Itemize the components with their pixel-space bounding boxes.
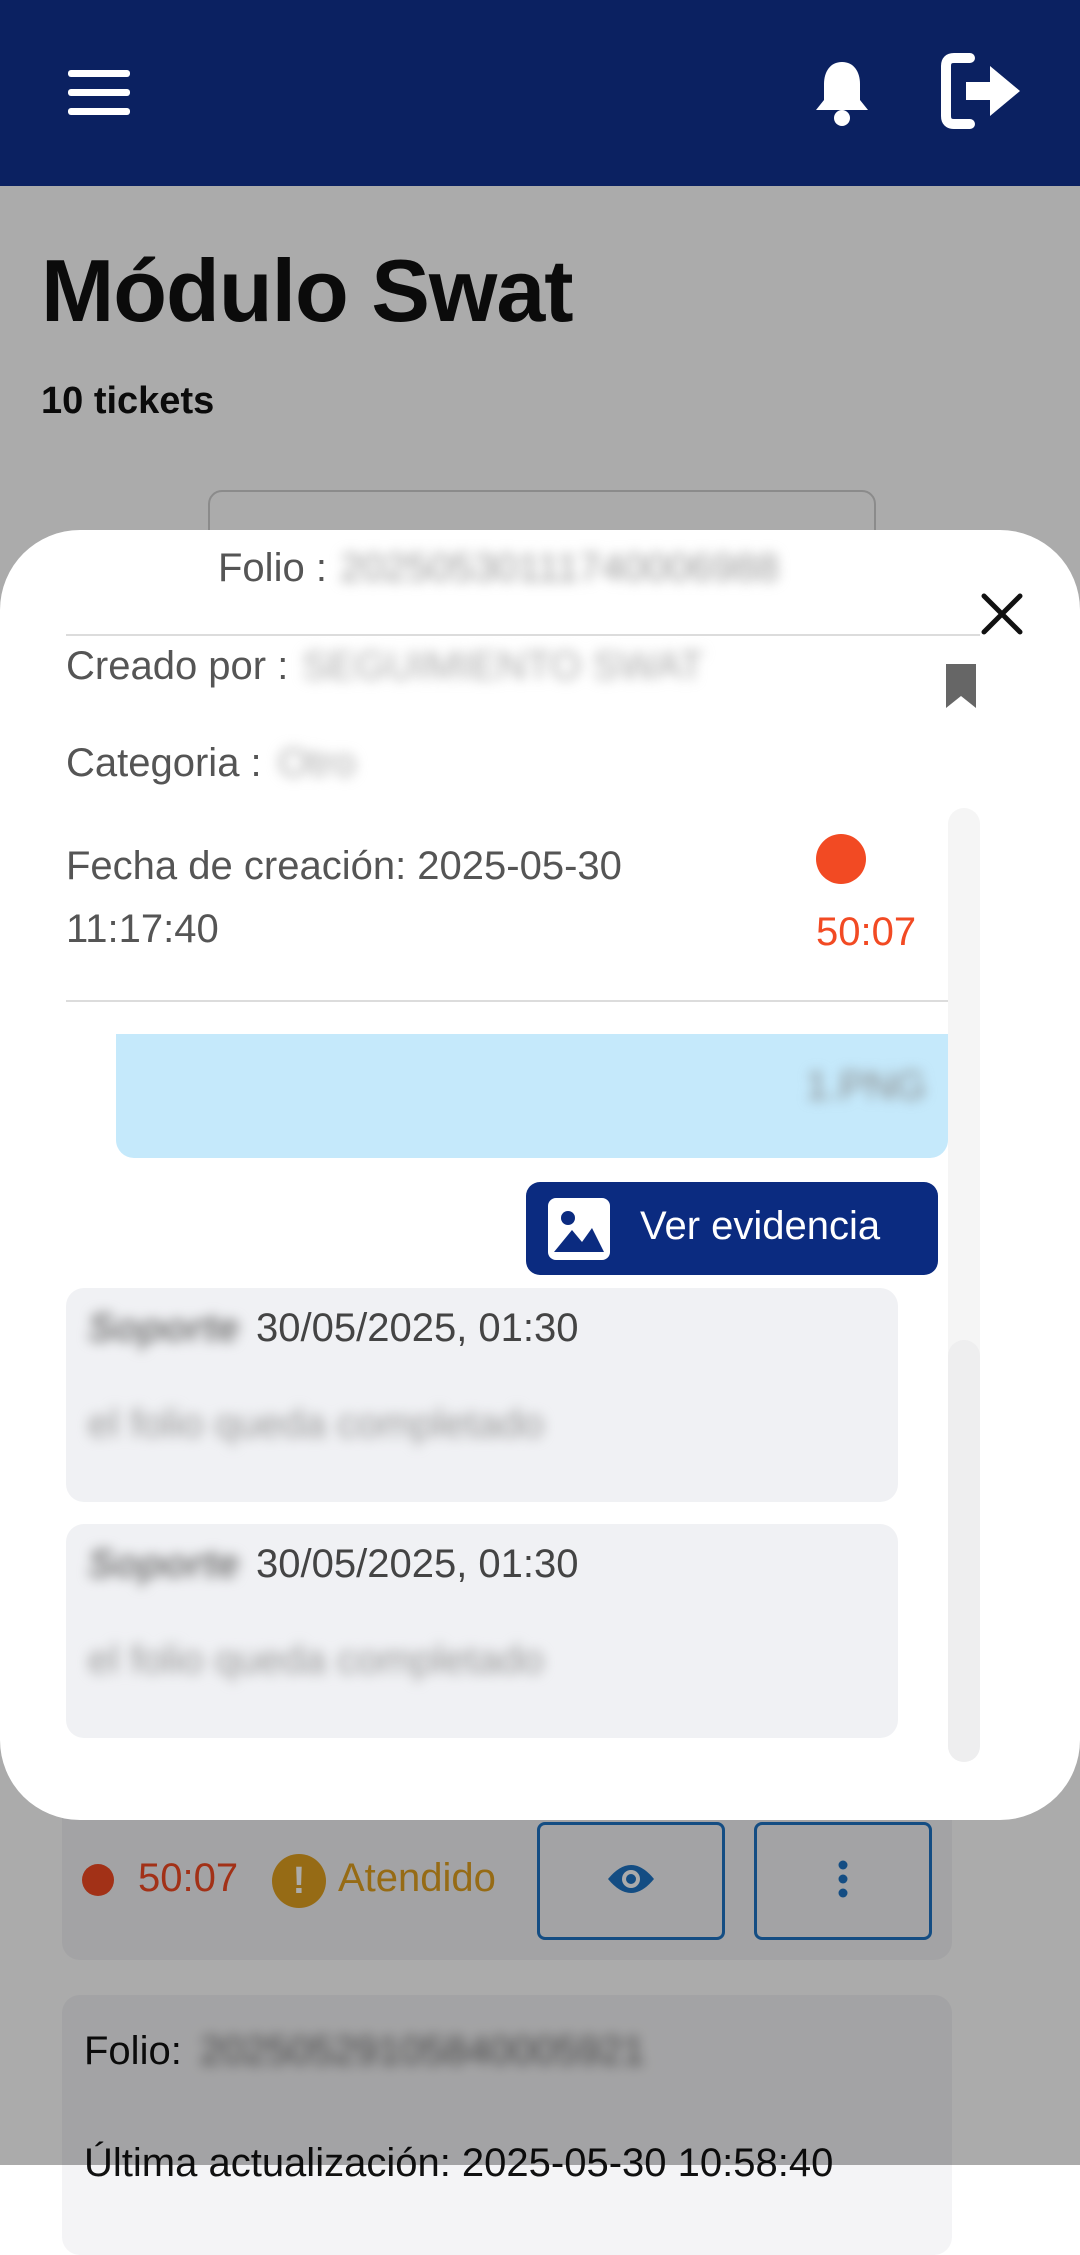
evidence-button-label: Ver evidencia <box>640 1204 881 1248</box>
bell-icon[interactable] <box>812 58 872 128</box>
category-label: Categoria : <box>66 741 262 785</box>
message-date: 30/05/2025, 01:30 <box>256 1306 579 1350</box>
folio-label: Folio : <box>218 546 327 590</box>
created-by-value: SEGUIMIENTO SWAT <box>302 644 704 688</box>
modal-timer: 50:07 <box>816 910 917 954</box>
sent-message-bubble: 1.PNG <box>116 1034 948 1158</box>
message-text: el folio queda completado <box>88 1638 544 1682</box>
hamburger-menu-icon[interactable] <box>68 70 130 116</box>
divider <box>66 1000 980 1002</box>
folio-value: 20250530111740006988 <box>340 546 779 590</box>
view-evidence-button[interactable]: Ver evidencia <box>526 1182 938 1275</box>
timer-dot <box>816 834 866 884</box>
attachment-name: 1.PNG <box>805 1064 926 1108</box>
message-card: Soporte 30/05/2025, 01:30 el folio queda… <box>66 1288 898 1502</box>
category-value: Otro <box>278 741 356 785</box>
image-icon <box>548 1198 610 1260</box>
message-author: Soporte <box>88 1542 240 1586</box>
created-time: 11:17:40 <box>66 907 219 951</box>
app-header <box>0 0 1080 186</box>
close-icon[interactable] <box>980 592 1024 636</box>
divider <box>66 634 980 636</box>
message-author: Soporte <box>88 1306 240 1350</box>
created-date: Fecha de creación: 2025-05-30 <box>66 844 622 888</box>
logout-icon[interactable] <box>940 52 1024 130</box>
chat-scrollbar-thumb[interactable] <box>948 1340 980 1762</box>
message-text: el folio queda completado <box>88 1402 544 1446</box>
created-by-label: Creado por : <box>66 644 289 688</box>
bookmark-icon[interactable] <box>946 664 976 708</box>
message-card: Soporte 30/05/2025, 01:30 el folio queda… <box>66 1524 898 1738</box>
message-date: 30/05/2025, 01:30 <box>256 1542 579 1586</box>
